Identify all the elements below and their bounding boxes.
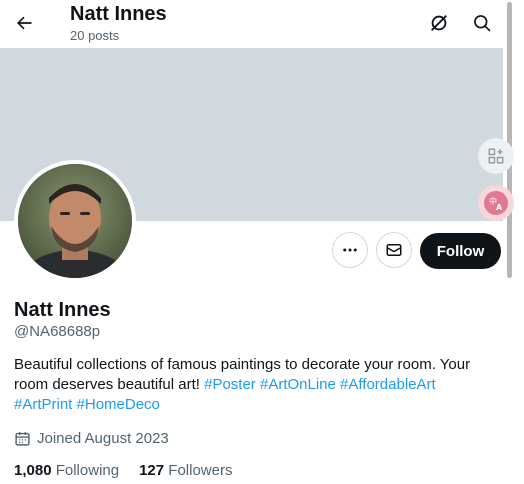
hashtag-link[interactable]: #ArtPrint: [14, 396, 72, 413]
svg-text:A: A: [496, 203, 503, 212]
followers-link[interactable]: 127 Followers: [139, 462, 232, 479]
avatar-photo: [18, 164, 132, 278]
translate-tool-button[interactable]: 中 A: [478, 185, 514, 221]
profile-bio: Beautiful collections of famous painting…: [14, 355, 494, 415]
arrow-left-icon: [17, 16, 32, 30]
profile-handle: @NA68688p: [14, 323, 101, 340]
followers-count: 127: [139, 462, 165, 479]
profile-header: Natt Innes 20 posts: [0, 0, 503, 48]
following-link[interactable]: 1,080 Following: [14, 462, 119, 479]
scrollbar[interactable]: [503, 0, 524, 484]
joined-date: Joined August 2023: [14, 428, 169, 448]
header-title: Natt Innes: [70, 3, 167, 25]
apps-tool-button[interactable]: [478, 138, 514, 174]
translate-icon: 中 A: [484, 191, 508, 215]
following-count: 1,080: [14, 462, 52, 479]
scrollbar-thumb[interactable]: [507, 2, 512, 278]
search-button[interactable]: [465, 6, 499, 40]
more-icon: [343, 248, 357, 252]
hide-icon: [431, 15, 447, 31]
more-button[interactable]: [332, 232, 368, 268]
back-button[interactable]: [6, 5, 42, 41]
message-button[interactable]: [376, 232, 412, 268]
joined-text: Joined August 2023: [37, 429, 169, 447]
hashtag-link[interactable]: #ArtOnLine: [260, 376, 336, 393]
avatar[interactable]: [14, 160, 136, 282]
apps-icon: [488, 148, 504, 164]
follow-stats: 1,080 Following 127 Followers: [14, 462, 232, 479]
followers-label: Followers: [168, 462, 233, 479]
header-post-count: 20 posts: [70, 28, 120, 43]
calendar-icon: [15, 431, 30, 446]
hashtag-link[interactable]: #HomeDeco: [77, 396, 160, 413]
hide-button[interactable]: [422, 6, 456, 40]
mail-icon: [386, 244, 402, 256]
search-icon: [474, 15, 491, 32]
hashtag-link[interactable]: #AffordableArt: [340, 376, 436, 393]
hashtag-link[interactable]: #Poster: [204, 376, 256, 393]
follow-button[interactable]: Follow: [420, 233, 501, 269]
following-label: Following: [55, 462, 120, 479]
profile-display-name: Natt Innes: [14, 299, 111, 321]
